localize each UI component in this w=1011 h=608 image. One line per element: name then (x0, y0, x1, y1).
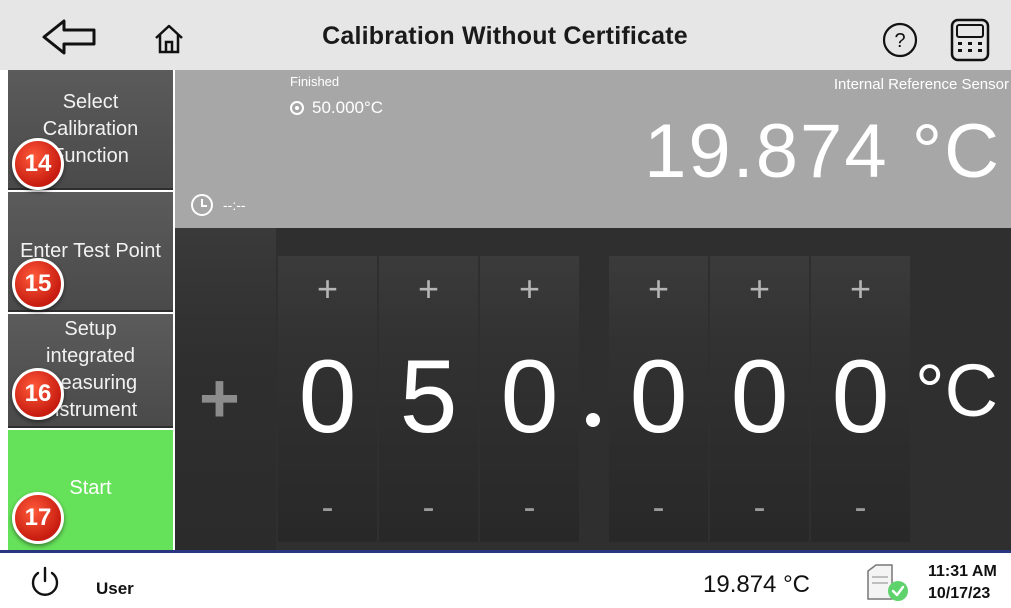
svg-text:?: ? (894, 30, 905, 52)
help-button[interactable]: ? (880, 20, 920, 60)
digit-column-units: + 0 - (480, 256, 579, 542)
decimal-point (586, 413, 600, 427)
increment-button[interactable]: + (710, 268, 809, 310)
callout-badge-16: 16 (12, 368, 64, 420)
header-bar: Calibration Without Certificate ? (0, 0, 1011, 70)
calculator-button[interactable] (946, 16, 994, 64)
user-label[interactable]: User (96, 579, 134, 599)
stability-timer: --:-- (191, 194, 246, 216)
page-title: Calibration Without Certificate (322, 22, 688, 50)
sign-value: + (199, 359, 240, 437)
digit-column-tenths: + 0 - (609, 256, 708, 542)
home-icon (155, 24, 183, 54)
clock-readout: 11:31 AM 10/17/23 (928, 561, 997, 605)
time-text: 11:31 AM (928, 563, 997, 580)
increment-button[interactable]: + (811, 268, 910, 310)
increment-button[interactable]: + (609, 268, 708, 310)
sensor-label: Internal Reference Sensor (833, 76, 1009, 93)
increment-button[interactable]: + (278, 268, 377, 310)
unit-label: °C (915, 349, 999, 432)
digit-value: 5 (399, 339, 458, 455)
setpoint-entry: + + 0 - + 5 - + 0 - + 0 - + 0 - + 0 - °C (175, 228, 1011, 550)
decrement-button[interactable]: - (379, 486, 478, 528)
current-reading: 19.874 °C (644, 109, 1001, 194)
start-label: Start (69, 476, 112, 499)
digit-value: 0 (831, 339, 890, 455)
digit-value: 0 (730, 339, 789, 455)
digit-column-ones: + 5 - (379, 256, 478, 542)
power-icon (31, 566, 59, 596)
status-text: Finished (290, 74, 340, 89)
date-text: 10/17/23 (928, 585, 991, 602)
decrement-button[interactable]: - (609, 486, 708, 528)
digit-column-thousandths: + 0 - (811, 256, 910, 542)
sign-toggle[interactable]: + (175, 228, 276, 550)
decrement-button[interactable]: - (710, 486, 809, 528)
increment-button[interactable]: + (480, 268, 579, 310)
device-status[interactable] (862, 561, 910, 605)
status-temperature: 19.874 °C (703, 571, 811, 598)
calibration-screen: Calibration Without Certificate ? Select… (0, 0, 1011, 608)
target-value: 50.000°C (312, 98, 384, 117)
digit-value: 0 (629, 339, 688, 455)
back-button[interactable] (40, 15, 100, 59)
decrement-button[interactable]: - (278, 486, 377, 528)
status-bar: User 19.874 °C 11:31 AM 10/17/23 (0, 550, 1011, 608)
home-button[interactable] (150, 20, 188, 58)
calculator-icon (950, 18, 990, 62)
sidebar: Select Calibration Function Enter Test P… (8, 70, 173, 550)
back-arrow-icon (42, 19, 96, 55)
digit-column-tens: + 0 - (278, 256, 377, 542)
target-setpoint: 50.000°C (290, 98, 383, 118)
callout-badge-14: 14 (12, 138, 64, 190)
device-connected-icon (867, 564, 908, 601)
clock-icon (191, 194, 213, 216)
callout-badge-17: 17 (12, 492, 64, 544)
info-panel: Finished 50.000°C Internal Reference Sen… (175, 70, 1011, 228)
decrement-button[interactable]: - (480, 486, 579, 528)
power-button[interactable] (28, 565, 62, 599)
timer-value: --:-- (223, 197, 246, 213)
help-icon: ? (882, 22, 918, 58)
digit-value: 0 (500, 339, 559, 455)
increment-button[interactable]: + (379, 268, 478, 310)
callout-badge-15: 15 (12, 258, 64, 310)
decrement-button[interactable]: - (811, 486, 910, 528)
digit-column-hundredths: + 0 - (710, 256, 809, 542)
digit-value: 0 (298, 339, 357, 455)
target-icon (290, 101, 304, 115)
